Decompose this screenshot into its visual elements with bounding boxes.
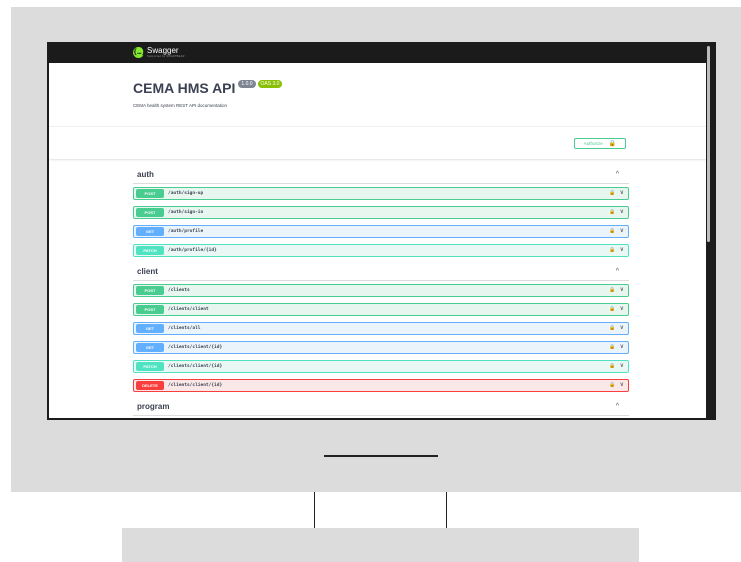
chevron-down-icon[interactable]: ∨ <box>620 324 624 331</box>
chevron-down-icon[interactable]: ∨ <box>620 305 624 312</box>
operation-row[interactable]: PATCH/clients/client/{id} 🔒 ∨ <box>133 360 629 373</box>
chevron-down-icon[interactable]: ∨ <box>620 208 624 215</box>
operation-path: /clients/client/{id} <box>168 383 223 388</box>
lock-icon[interactable]: 🔒 <box>609 382 615 388</box>
lock-icon[interactable]: 🔒 <box>609 306 615 312</box>
method-badge: POST <box>136 189 164 198</box>
operation-row[interactable]: GET/clients/all 🔒 ∨ <box>133 322 629 335</box>
authorize-button[interactable]: Authorize 🔒 <box>574 138 626 149</box>
operation-path: /auth/profile <box>168 229 204 234</box>
lock-icon[interactable]: 🔒 <box>609 363 615 369</box>
monitor-stand-line <box>324 455 438 457</box>
browser-viewport: {…} Swagger Supported by SMARTBEAR CEMA … <box>49 42 711 418</box>
chevron-down-icon[interactable]: ∨ <box>620 227 624 234</box>
operation-row[interactable]: GET/clients/client/{id} 🔒 ∨ <box>133 341 629 354</box>
method-badge: PATCH <box>136 362 164 371</box>
operation-row[interactable]: POST/auth/sign-in 🔒 ∨ <box>133 206 629 219</box>
tag-header-program[interactable]: program ^ <box>133 398 629 416</box>
lock-icon[interactable]: 🔒 <box>609 325 615 331</box>
operation-path: /clients <box>168 288 190 293</box>
operation-path: /clients/all <box>168 326 201 331</box>
lock-icon[interactable]: 🔒 <box>609 344 615 350</box>
api-description: CEMA health system REST API documentatio… <box>133 103 227 108</box>
operation-row[interactable]: POST/auth/sign-up 🔒 ∨ <box>133 187 629 200</box>
version-badge: 1.0.0 <box>238 80 256 88</box>
operations-list: auth ^ POST/auth/sign-up 🔒 ∨ POST/auth/sign-i… <box>133 166 629 418</box>
swagger-logo-text: Swagger <box>147 46 179 55</box>
chevron-down-icon[interactable]: ∨ <box>620 362 624 369</box>
method-badge: GET <box>136 227 164 236</box>
lock-icon: 🔒 <box>608 141 617 147</box>
api-info: CEMA HMS API 1.0.0 OAS 3.0 CEMA health s… <box>133 80 283 108</box>
scheme-container: Authorize 🔒 <box>49 126 711 159</box>
monitor-stand-base <box>122 528 639 562</box>
lock-icon[interactable]: 🔒 <box>609 209 615 215</box>
chevron-up-icon[interactable]: ^ <box>616 403 629 410</box>
lock-icon[interactable]: 🔒 <box>609 287 615 293</box>
tag-header-auth[interactable]: auth ^ <box>133 166 629 184</box>
operation-path: /clients/client/{id} <box>168 345 223 350</box>
operation-row[interactable]: POST/clients 🔒 ∨ <box>133 284 629 297</box>
lock-icon[interactable]: 🔒 <box>609 228 615 234</box>
tag-header-client[interactable]: client ^ <box>133 263 629 281</box>
chevron-down-icon[interactable]: ∨ <box>620 381 624 388</box>
swagger-logo-subtitle: Supported by SMARTBEAR <box>147 55 185 58</box>
monitor-neck-right <box>446 492 447 528</box>
swagger-logo[interactable]: {…} Swagger Supported by SMARTBEAR <box>133 46 185 58</box>
lock-icon[interactable]: 🔒 <box>609 190 615 196</box>
authorize-label: Authorize <box>583 141 603 146</box>
tag-name: auth <box>137 170 154 179</box>
chevron-up-icon[interactable]: ^ <box>616 171 629 178</box>
operation-path: /clients/client/{id} <box>168 364 223 369</box>
scrollbar[interactable] <box>706 42 711 418</box>
scrollbar-thumb[interactable] <box>707 46 710 242</box>
operation-row[interactable]: DELETE/clients/client/{id} 🔒 ∨ <box>133 379 629 392</box>
method-badge: POST <box>136 305 164 314</box>
api-title: CEMA HMS API <box>133 80 236 96</box>
operation-path: /auth/sign-up <box>168 191 204 196</box>
operation-path: /auth/sign-in <box>168 210 204 215</box>
operation-path: /clients/client <box>168 307 209 312</box>
chevron-down-icon[interactable]: ∨ <box>620 189 624 196</box>
method-badge: GET <box>136 343 164 352</box>
swagger-topbar: {…} Swagger Supported by SMARTBEAR <box>49 42 711 63</box>
monitor-neck-left <box>314 492 315 528</box>
chevron-up-icon[interactable]: ^ <box>616 268 629 275</box>
operation-row[interactable]: PATCH/auth/profile/{id} 🔒 ∨ <box>133 244 629 257</box>
monitor-screen: {…} Swagger Supported by SMARTBEAR CEMA … <box>47 42 716 420</box>
tag-name: program <box>137 402 170 411</box>
lock-icon[interactable]: 🔒 <box>609 247 615 253</box>
chevron-down-icon[interactable]: ∨ <box>620 246 624 253</box>
method-badge: DELETE <box>136 381 164 390</box>
operation-row[interactable]: GET/auth/profile 🔒 ∨ <box>133 225 629 238</box>
method-badge: PATCH <box>136 246 164 255</box>
chevron-down-icon[interactable]: ∨ <box>620 343 624 350</box>
method-badge: POST <box>136 286 164 295</box>
chevron-down-icon[interactable]: ∨ <box>620 286 624 293</box>
tag-name: client <box>137 267 158 276</box>
operation-path: /auth/profile/{id} <box>168 248 217 253</box>
operation-row[interactable]: POST/clients/client 🔒 ∨ <box>133 303 629 316</box>
method-badge: POST <box>136 208 164 217</box>
swagger-logo-icon: {…} <box>133 46 146 58</box>
oas-badge: OAS 3.0 <box>257 80 283 88</box>
method-badge: GET <box>136 324 164 333</box>
